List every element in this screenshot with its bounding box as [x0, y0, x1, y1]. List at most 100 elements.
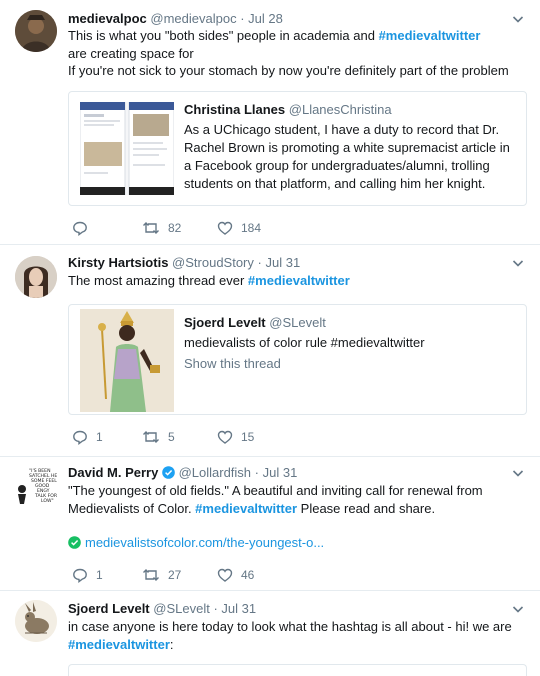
author-name[interactable]: David M. Perry	[68, 465, 158, 480]
reply-icon	[73, 568, 87, 583]
text-segment: The most amazing thread ever	[68, 273, 248, 288]
chevron-down-icon[interactable]	[512, 603, 524, 615]
quoted-tweet-image	[80, 102, 174, 195]
avatar-scribble: "I'S BEEN SATCHEL HER SOME FEEL GOOD ENG…	[15, 464, 57, 506]
retweet-count: 27	[168, 568, 182, 582]
like-icon	[217, 568, 233, 582]
quoted-author-handle[interactable]: @SLevelt	[269, 315, 326, 330]
show-thread-link[interactable]: Show this thread	[184, 356, 281, 371]
tweet-time[interactable]: Jul 28	[248, 11, 283, 26]
tweet-line-3: If you're not sick to your stomach by no…	[68, 63, 509, 78]
like-button[interactable]: 184	[217, 220, 261, 236]
tweet-header: Sjoerd Levelt @SLevelt · Jul 31	[68, 601, 256, 617]
retweet-count: 82	[168, 221, 182, 235]
retweet-count: 5	[168, 430, 175, 444]
like-button[interactable]: 15	[217, 429, 254, 445]
tweet-actions: 82 184	[68, 220, 368, 236]
like-count: 15	[241, 430, 255, 444]
tweet-line-2: Medievalists of Color. #medievaltwitter …	[68, 500, 528, 518]
separator-dot: ·	[254, 465, 259, 480]
reply-button[interactable]: 1	[72, 567, 103, 583]
quoted-author-name[interactable]: Christina Llanes	[184, 102, 285, 117]
like-button[interactable]: 46	[217, 567, 254, 583]
quoted-tweet[interactable]: Sjoerd Levelt @SLevelt medievalists of c…	[68, 304, 527, 415]
tweet-time[interactable]: Jul 31	[221, 601, 256, 616]
retweet-icon	[143, 569, 159, 581]
tweet-actions: 1 5 15	[68, 429, 368, 445]
avatar[interactable]: "I'S BEEN SATCHEL HER SOME FEEL GOOD ENG…	[15, 464, 57, 506]
tweet-line-1: in case anyone is here today to look wha…	[68, 619, 512, 634]
quoted-tweet-text: As a UChicago student, I have a duty to …	[184, 122, 510, 191]
like-icon	[217, 430, 233, 444]
tweet-line-2: are creating space for	[68, 45, 194, 61]
retweet-button[interactable]: 82	[142, 220, 181, 236]
tweet-time[interactable]: Jul 31	[265, 255, 300, 270]
reply-count: 1	[96, 568, 103, 582]
retweet-button[interactable]: 27	[142, 567, 181, 583]
avatar[interactable]	[15, 256, 57, 298]
tweet-stroudstory[interactable]: Kirsty Hartsiotis @StroudStory · Jul 31 …	[0, 245, 540, 457]
quoted-header: Christina Llanes @LlanesChristina	[184, 102, 519, 118]
tweet-lollardfish[interactable]: "I'S BEEN SATCHEL HER SOME FEEL GOOD ENG…	[0, 457, 540, 591]
tweet-text: The most amazing thread ever #medievaltw…	[68, 272, 528, 290]
reply-icon	[73, 430, 87, 445]
reply-button[interactable]	[72, 220, 96, 236]
text-segment: Medievalists of Color.	[68, 500, 196, 516]
avatar[interactable]	[15, 10, 57, 52]
tweet-header: Kirsty Hartsiotis @StroudStory · Jul 31	[68, 255, 300, 271]
quoted-tweet[interactable]: Christina Llanes @LlanesChristina As a U…	[68, 91, 527, 206]
card-link[interactable]: medievalistsofcolor.com/the-youngest-o..…	[68, 535, 324, 550]
tweet-medievalpoc[interactable]: medievalpoc @medievalpoc · Jul 28 This i…	[0, 0, 540, 245]
author-handle[interactable]: @Lollardfish	[179, 465, 251, 480]
medieval-figure-image	[80, 309, 174, 412]
chevron-down-icon[interactable]	[512, 467, 524, 479]
author-handle[interactable]: @medievalpoc	[150, 11, 236, 26]
avatar-rabbit	[15, 600, 57, 642]
author-name[interactable]: Kirsty Hartsiotis	[68, 255, 168, 270]
text-segment: Please read and share.	[297, 500, 436, 516]
tweet-line-1: "The youngest of old fields." A beautifu…	[68, 483, 483, 498]
tweet-text: "The youngest of old fields." A beautifu…	[68, 482, 528, 517]
tweet-text: in case anyone is here today to look wha…	[68, 618, 528, 653]
author-name[interactable]: Sjoerd Levelt	[68, 601, 150, 616]
hashtag-link[interactable]: #medievaltwitter	[68, 637, 170, 652]
text-segment: :	[169, 636, 174, 652]
verified-badge-icon	[162, 466, 175, 479]
separator-dot: ·	[240, 11, 245, 26]
author-name[interactable]: medievalpoc	[68, 11, 147, 26]
tweet-slevelt[interactable]: Sjoerd Levelt @SLevelt · Jul 31 in case …	[0, 591, 540, 676]
avatar-portrait	[15, 256, 57, 298]
tweet-actions: 1 27 46	[68, 567, 368, 583]
tweet-time[interactable]: Jul 31	[263, 465, 298, 480]
quoted-tweet-partial[interactable]	[68, 664, 527, 676]
author-handle[interactable]: @SLevelt	[153, 601, 210, 616]
like-count: 184	[241, 221, 262, 235]
quoted-header: Sjoerd Levelt @SLevelt	[184, 315, 514, 331]
like-icon	[217, 221, 233, 235]
retweet-button[interactable]: 5	[142, 429, 175, 445]
retweet-icon	[143, 222, 159, 234]
avatar[interactable]	[15, 600, 57, 642]
tweet-line-1: This is what you "both sides" people in …	[68, 27, 528, 45]
hashtag-link[interactable]: #medievaltwitter	[379, 28, 481, 43]
text-segment: This is what you "both sides" people in …	[68, 28, 379, 43]
hashtag-link[interactable]: #medievaltwitter	[195, 501, 297, 516]
quoted-tweet-text: medievalists of color rule #medievaltwit…	[184, 335, 425, 350]
quoted-tweet-image	[80, 309, 174, 412]
reply-button[interactable]: 1	[72, 429, 103, 445]
quoted-author-name[interactable]: Sjoerd Levelt	[184, 315, 266, 330]
reply-count: 1	[96, 430, 103, 444]
screenshot-thumbnail	[80, 102, 174, 195]
retweet-icon	[143, 431, 159, 443]
hashtag-link[interactable]: #medievaltwitter	[248, 273, 350, 288]
chevron-down-icon[interactable]	[512, 257, 524, 269]
quoted-author-handle[interactable]: @LlanesChristina	[289, 102, 392, 117]
tweet-line-2: #medievaltwitter:	[68, 636, 528, 654]
svg-text:LOW": LOW"	[41, 498, 54, 504]
chevron-down-icon[interactable]	[512, 13, 524, 25]
card-link-url[interactable]: medievalistsofcolor.com/the-youngest-o..…	[85, 535, 324, 550]
tweet-header: medievalpoc @medievalpoc · Jul 28	[68, 11, 283, 27]
author-handle[interactable]: @StroudStory	[172, 255, 254, 270]
avatar-portrait	[15, 10, 57, 52]
separator-dot: ·	[213, 601, 218, 616]
